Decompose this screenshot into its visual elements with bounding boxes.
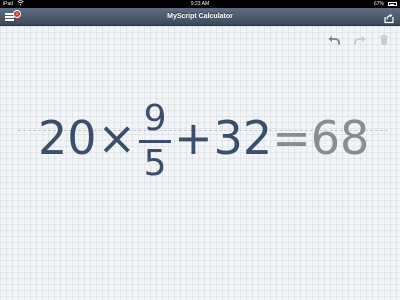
fraction-numerator: 9 xyxy=(143,97,167,139)
result-value: 68 xyxy=(310,111,370,165)
handwritten-equation[interactable]: 20 × 9 5 + 32 = 68 xyxy=(38,83,369,193)
menu-button[interactable]: 1 xyxy=(4,10,21,22)
operand-addend: 32 xyxy=(213,111,273,165)
menu-icon-bar xyxy=(5,16,14,18)
equals-sign: = xyxy=(272,111,311,165)
clear-button[interactable] xyxy=(378,33,392,45)
navigation-bar: MyScript Calculator 1 xyxy=(0,8,400,26)
trash-icon xyxy=(380,34,388,45)
redo-button[interactable] xyxy=(353,33,367,45)
battery-percent: 67% xyxy=(373,1,384,7)
operand-whole: 20 xyxy=(38,111,97,165)
battery-icon xyxy=(388,2,397,6)
notification-badge: 1 xyxy=(13,10,21,18)
share-button[interactable] xyxy=(383,11,395,24)
fraction: 9 5 xyxy=(139,97,172,184)
fraction-denominator: 5 xyxy=(143,142,167,184)
status-time: 9:23 AM xyxy=(190,1,210,7)
app-title: MyScript Calculator xyxy=(167,13,233,20)
redo-icon xyxy=(354,36,366,45)
writing-canvas[interactable]: 20 × 9 5 + 32 = 68 xyxy=(0,26,400,300)
share-icon xyxy=(384,13,394,24)
menu-icon-bar xyxy=(5,19,14,21)
multiply-sign: × xyxy=(97,111,137,165)
status-bar: iPad 9:23 AM 67% xyxy=(0,0,400,8)
undo-button[interactable] xyxy=(327,33,341,45)
plus-sign: + xyxy=(174,111,213,165)
undo-icon xyxy=(328,36,340,45)
